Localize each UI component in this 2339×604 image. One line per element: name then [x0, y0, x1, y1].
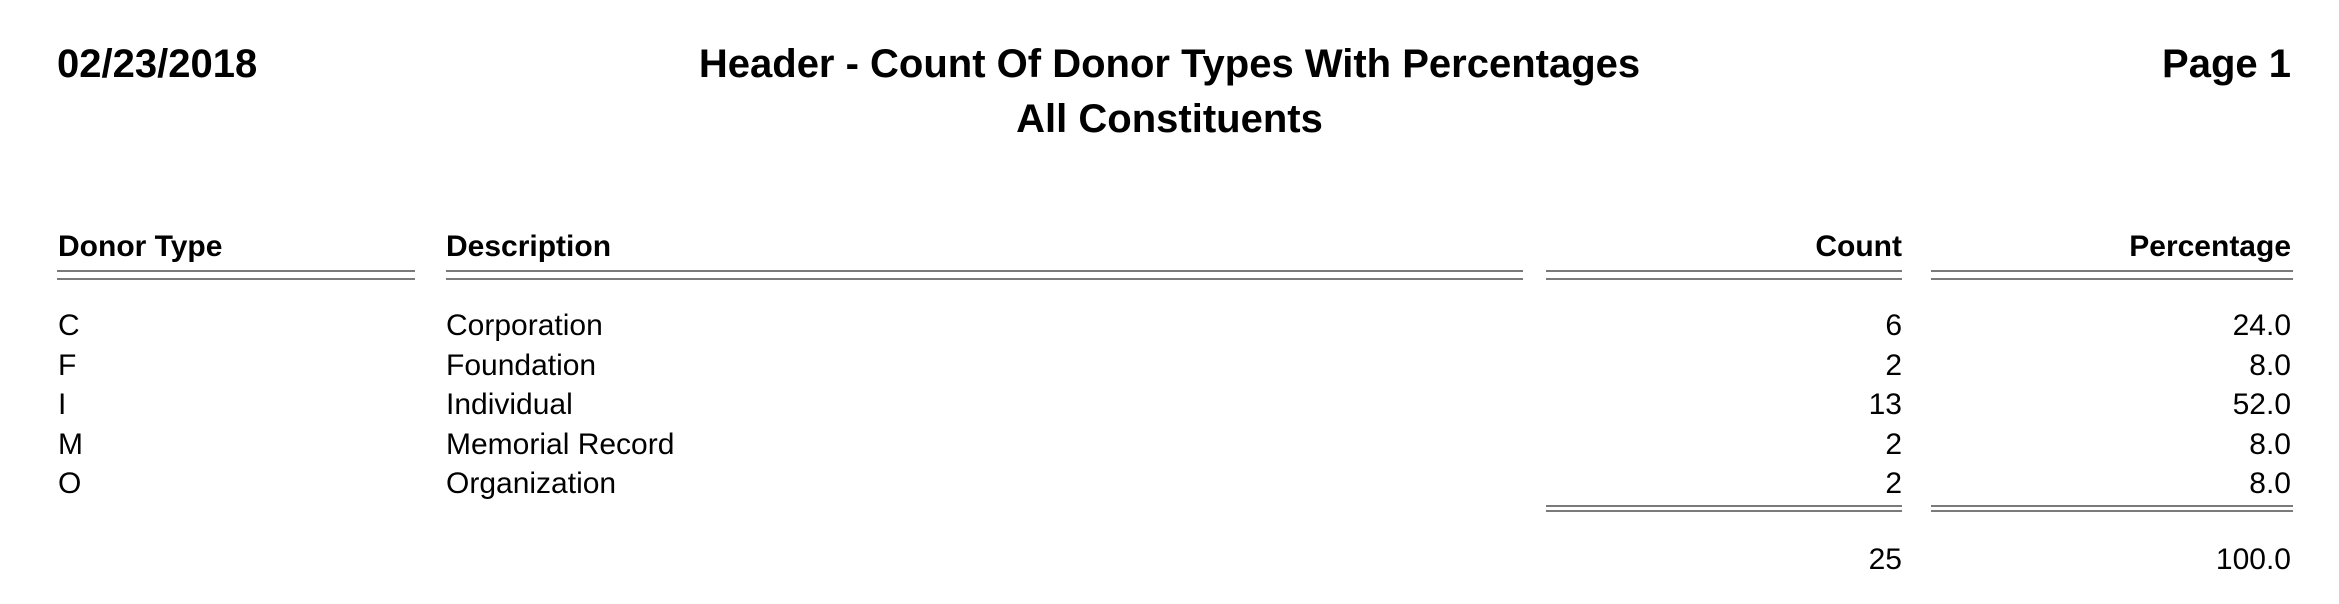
donor-type-code: F	[58, 348, 77, 382]
donor-type-percentage: 24.0	[2232, 309, 2291, 342]
total-count: 25	[1868, 543, 1902, 576]
donor-type-code: O	[58, 467, 82, 500]
donor-type-count: 13	[1868, 388, 1902, 421]
donor-type-description: Individual	[446, 388, 573, 421]
donor-type-code: M	[58, 427, 83, 461]
donor-type-description: Corporation	[446, 309, 603, 342]
donor-type-code: C	[58, 309, 80, 342]
donor-type-code: I	[58, 388, 67, 421]
total-rule-percentage-top	[1931, 505, 2293, 507]
report-title: Header - Count Of Donor Types With Perce…	[698, 42, 1641, 86]
column-header-donor-type: Donor Type	[58, 230, 223, 263]
report-subtitle: All Constituents	[1016, 97, 1323, 141]
table-row: C Corporation 6 24.0	[0, 311, 2339, 351]
donor-type-percentage: 8.0	[2249, 467, 2291, 500]
table-row: O Organization 2 8.0	[0, 469, 2339, 509]
header-rule-percentage-top	[1931, 270, 2293, 272]
table-row: I Individual 13 52.0	[0, 390, 2339, 430]
header-rule-percentage-bottom	[1931, 278, 2293, 280]
total-percentage: 100.0	[2215, 543, 2291, 576]
donor-type-count: 2	[1885, 467, 1902, 500]
donor-type-count: 2	[1885, 348, 1902, 382]
donor-type-count: 2	[1885, 427, 1902, 461]
column-header-count: Count	[1815, 230, 1902, 263]
donor-type-count: 6	[1885, 309, 1902, 342]
header-rule-donor-type-top	[57, 270, 415, 272]
donor-type-percentage: 8.0	[2249, 427, 2291, 461]
column-header-percentage: Percentage	[2129, 230, 2291, 263]
table-row: F Foundation 2 8.0	[0, 348, 2339, 391]
total-rule-count-top	[1546, 505, 1902, 507]
header-rule-count-top	[1546, 270, 1902, 272]
donor-type-description: Foundation	[446, 348, 597, 382]
donor-type-percentage: 8.0	[2249, 348, 2291, 382]
total-rule-percentage-bottom	[1931, 510, 2293, 512]
page-number: Page 1	[2162, 42, 2291, 86]
data-rows: C Corporation 6 24.0 F Foundation 2 8.0 …	[0, 311, 2339, 509]
table-row: M Memorial Record 2 8.0	[0, 427, 2339, 470]
donor-type-description: Organization	[446, 467, 617, 500]
column-header-description: Description	[446, 230, 612, 263]
header-rule-donor-type-bottom	[57, 278, 415, 280]
header-rule-count-bottom	[1546, 278, 1902, 280]
donor-type-description: Memorial Record	[446, 427, 675, 461]
header-rule-description-top	[446, 270, 1523, 272]
total-rule-count-bottom	[1546, 510, 1902, 512]
header-rule-description-bottom	[446, 278, 1523, 280]
donor-type-percentage: 52.0	[2232, 388, 2291, 421]
